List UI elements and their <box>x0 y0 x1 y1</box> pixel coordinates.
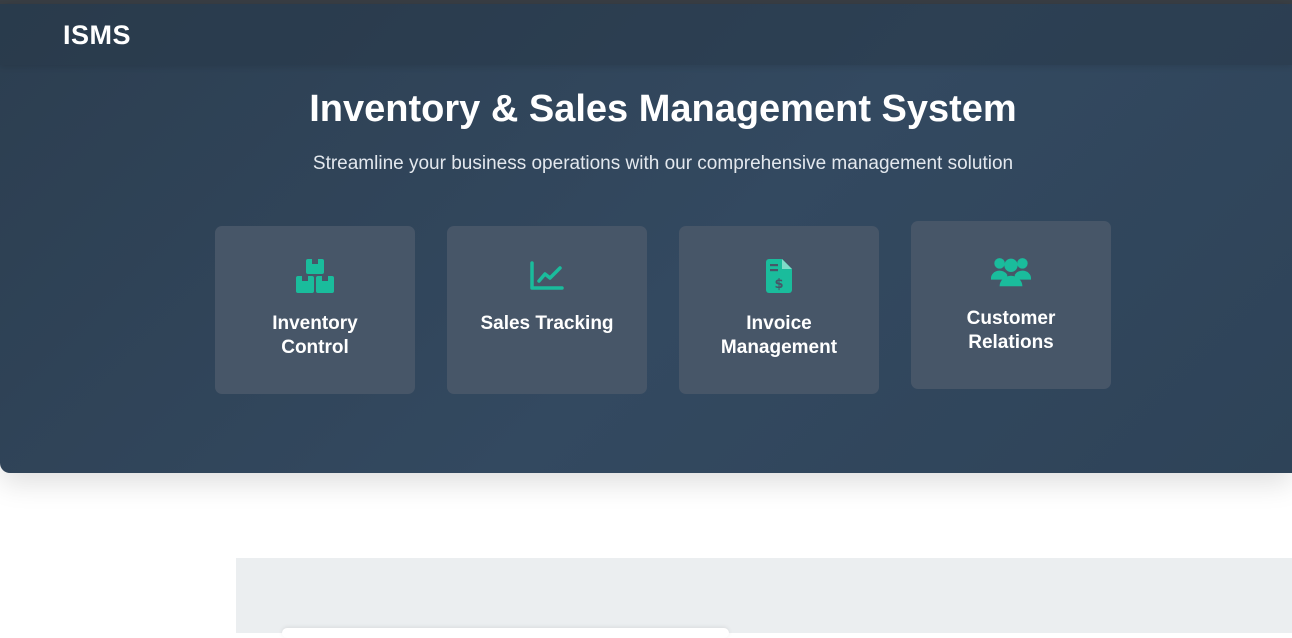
brand-logo-link[interactable]: ISMS <box>63 20 131 51</box>
users-icon <box>991 251 1031 291</box>
feature-card-invoice-management[interactable]: $ Invoice Management <box>679 226 879 394</box>
feature-label: Customer Relations <box>966 308 1056 353</box>
feature-label: Sales Tracking <box>480 313 614 334</box>
hero-section: ISMS Inventory & Sales Management System… <box>0 4 1292 473</box>
feature-card-inventory-control[interactable]: Inventory Control <box>215 226 415 394</box>
svg-text:$: $ <box>774 277 783 292</box>
page-title: Inventory & Sales Management System <box>309 88 1017 130</box>
feature-label: Invoice Management <box>720 313 838 358</box>
chart-line-icon <box>527 256 567 296</box>
feature-label: Inventory Control <box>272 313 358 358</box>
invoice-dollar-icon: $ <box>759 256 799 296</box>
boxes-icon <box>295 256 335 296</box>
page-subtitle: Streamline your business operations with… <box>312 153 1014 174</box>
feature-card-sales-tracking[interactable]: Sales Tracking <box>447 226 647 394</box>
navbar: ISMS <box>0 4 1292 65</box>
feature-card-customer-relations[interactable]: Customer Relations <box>911 221 1111 389</box>
content-card <box>282 628 729 638</box>
content-section-background <box>236 558 1292 633</box>
